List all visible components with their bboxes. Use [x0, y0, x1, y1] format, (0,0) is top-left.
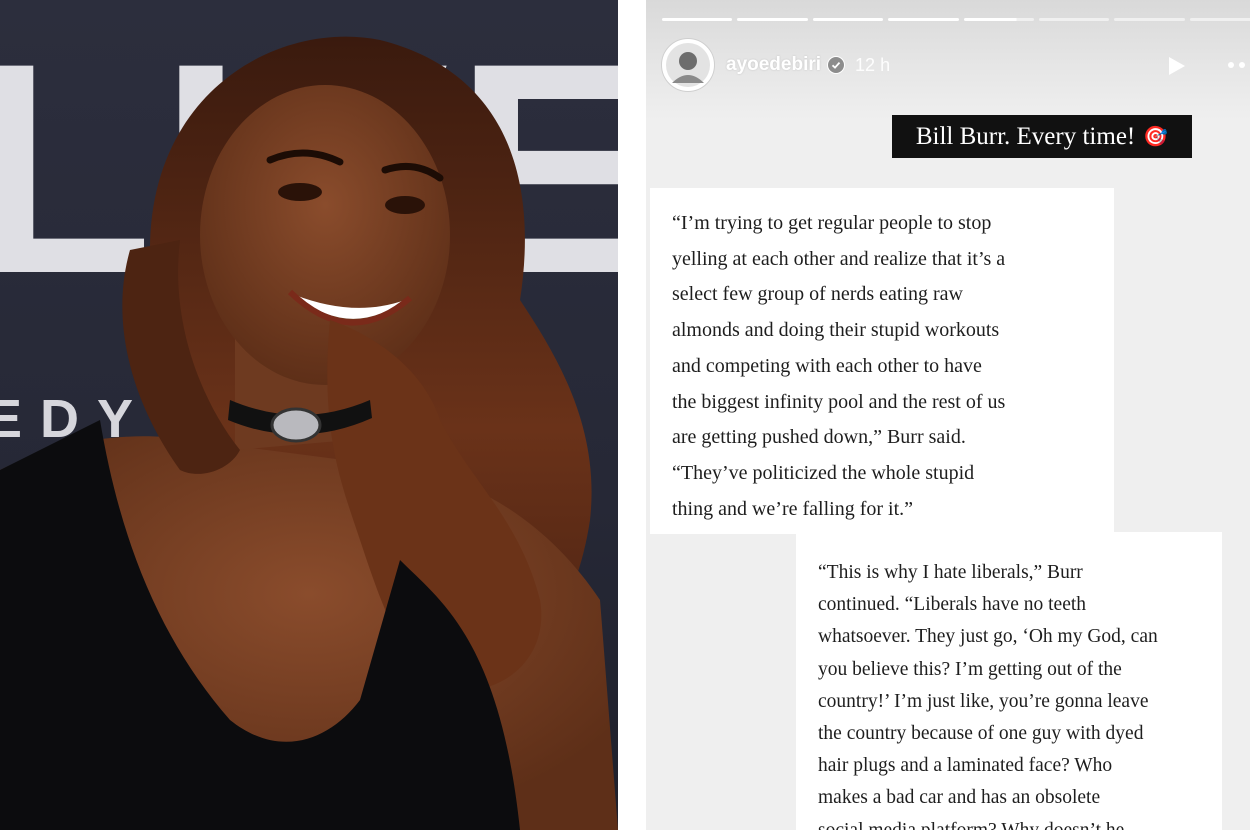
story-header: ayoedebiri 12 h — [662, 39, 1250, 91]
quote-screenshot-1: “I’m trying to get regular people to sto… — [650, 188, 1114, 534]
post-time: 12 h — [855, 54, 891, 75]
progress-segment — [812, 18, 884, 21]
avatar[interactable] — [662, 39, 714, 91]
quote-screenshot-2: “This is why I hate liberals,” Burr cont… — [796, 532, 1222, 830]
progress-segment — [963, 18, 1034, 21]
progress-segment — [662, 18, 733, 21]
progress-segment — [1189, 18, 1250, 21]
progress-segment — [737, 18, 808, 21]
progress-segment — [888, 18, 959, 21]
story-caption: Bill Burr. Every time! 🎯 — [892, 115, 1192, 158]
photo-panel: LIVE EDY S — [0, 0, 618, 830]
caption-text: Bill Burr. Every time! — [915, 122, 1136, 150]
quote-text-1: “I’m trying to get regular people to sto… — [672, 212, 1006, 520]
username[interactable]: ayoedebiri — [726, 54, 821, 76]
play-icon[interactable] — [1164, 54, 1188, 83]
verified-badge-icon — [827, 56, 846, 74]
progress-segment — [1114, 18, 1185, 21]
panel-divider — [618, 0, 646, 830]
progress-segment — [1038, 18, 1110, 21]
target-emoji-icon: 🎯 — [1143, 126, 1169, 148]
story-progress-bar — [662, 18, 1250, 21]
portrait-photo — [0, 36, 618, 830]
face-shape — [200, 85, 450, 385]
quote-text-2: “This is why I hate liberals,” Burr cont… — [818, 562, 1158, 830]
instagram-story: ayoedebiri 12 h Bill Burr. Every time! 🎯… — [646, 0, 1250, 830]
more-options-icon[interactable] — [1228, 62, 1250, 68]
avatar-image — [666, 43, 710, 87]
